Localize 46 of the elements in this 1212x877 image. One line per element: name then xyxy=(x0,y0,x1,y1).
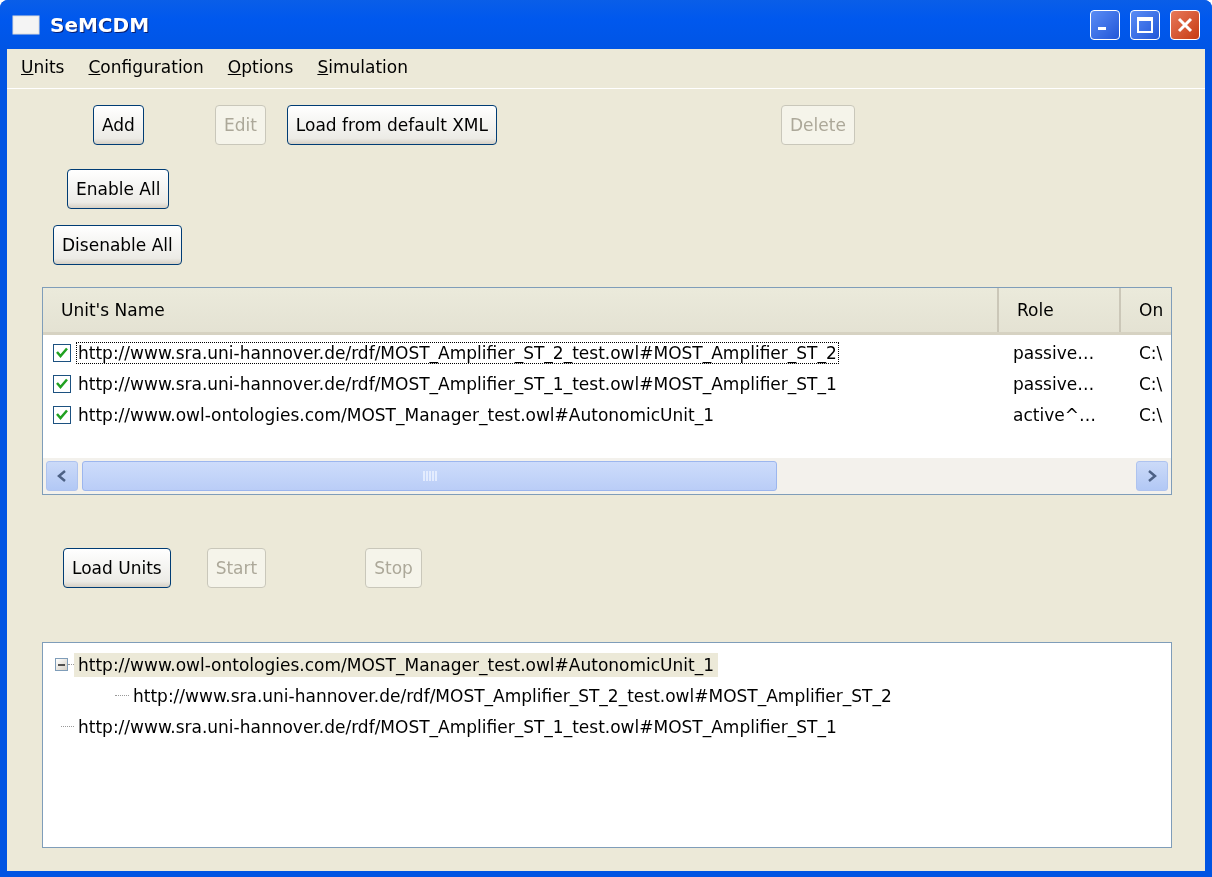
column-header[interactable]: On xyxy=(1139,300,1164,320)
chevron-right-icon xyxy=(1146,469,1158,483)
maximize-icon xyxy=(1136,15,1154,34)
button[interactable]: Load from default XML xyxy=(286,105,497,145)
checkbox[interactable] xyxy=(53,343,71,362)
check-icon xyxy=(56,347,68,358)
minimize-icon xyxy=(1098,27,1106,30)
table-cell: http://www.owl-ontologies.com/MOST_Manager_test.owl#AutonomicUnit_1 xyxy=(77,404,715,425)
table-cell: passive… xyxy=(1013,373,1095,394)
scroll-left-button[interactable] xyxy=(46,461,78,491)
check-icon xyxy=(56,409,68,420)
tree-item[interactable]: http://www.sra.uni-hannover.de/rdf/MOST_Amplifier_ST_2_test.owl#MOST_Amplifier_ST_2 xyxy=(129,683,896,708)
tree-item[interactable]: http://www.owl-ontologies.com/MOST_Manager_test.owl#AutonomicUnit_1 xyxy=(74,652,718,677)
check-icon xyxy=(56,378,68,389)
button[interactable]: Enable All xyxy=(67,169,170,209)
window-icon xyxy=(12,14,40,35)
checkbox[interactable] xyxy=(53,374,71,393)
tree-item[interactable]: http://www.sra.uni-hannover.de/rdf/MOST_Amplifier_ST_1_test.owl#MOST_Amplifier_ST_1 xyxy=(74,714,841,739)
column-header[interactable]: Role xyxy=(1017,300,1054,320)
chevron-left-icon xyxy=(56,469,68,483)
menu-item[interactable]: Simulation xyxy=(317,57,408,88)
menu-item[interactable]: Options xyxy=(227,57,294,88)
table-cell: C:\ xyxy=(1139,342,1163,363)
menu-item[interactable]: Configuration xyxy=(88,57,204,88)
table-cell: C:\ xyxy=(1139,373,1163,394)
table-cell: active^… xyxy=(1013,404,1096,425)
button[interactable]: Load Units xyxy=(63,548,171,588)
button[interactable]: Add xyxy=(93,105,144,145)
scrollbar-thumb[interactable] xyxy=(82,461,777,491)
menu-item[interactable]: Units xyxy=(21,57,65,88)
checkbox[interactable] xyxy=(53,405,71,424)
table-cell: C:\ xyxy=(1139,404,1163,425)
close-button[interactable] xyxy=(1170,9,1200,40)
collapse-button[interactable] xyxy=(55,658,68,671)
table-cell: http://www.sra.uni-hannover.de/rdf/MOST_Amplifier_ST_2_test.owl#MOST_Amplifier_ST_2 xyxy=(77,342,838,363)
grip-icon xyxy=(421,471,438,481)
column-header[interactable]: Unit's Name xyxy=(61,300,165,320)
table-cell: passive… xyxy=(1013,342,1095,363)
close-icon xyxy=(1176,15,1194,34)
minus-icon xyxy=(58,663,65,666)
window-title: SeMCDM xyxy=(50,12,151,37)
minimize-button[interactable] xyxy=(1090,9,1120,40)
scroll-right-button[interactable] xyxy=(1136,461,1168,491)
table-cell: http://www.sra.uni-hannover.de/rdf/MOST_Amplifier_ST_1_test.owl#MOST_Amplifier_ST_1 xyxy=(77,373,838,394)
button[interactable]: Disenable All xyxy=(53,225,182,265)
maximize-button[interactable] xyxy=(1130,9,1160,40)
